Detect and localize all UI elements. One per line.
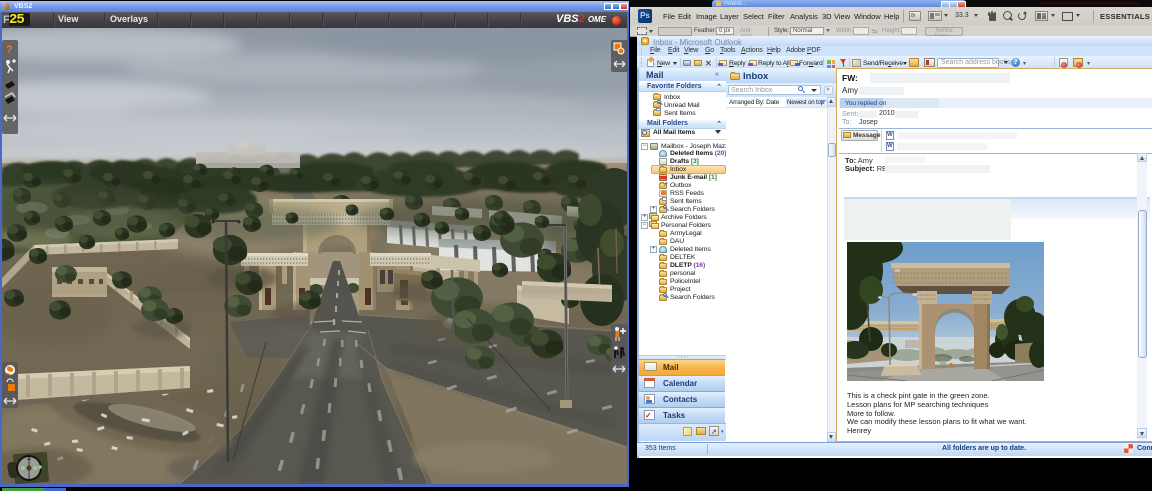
svg-text:?: ? [6,44,13,56]
